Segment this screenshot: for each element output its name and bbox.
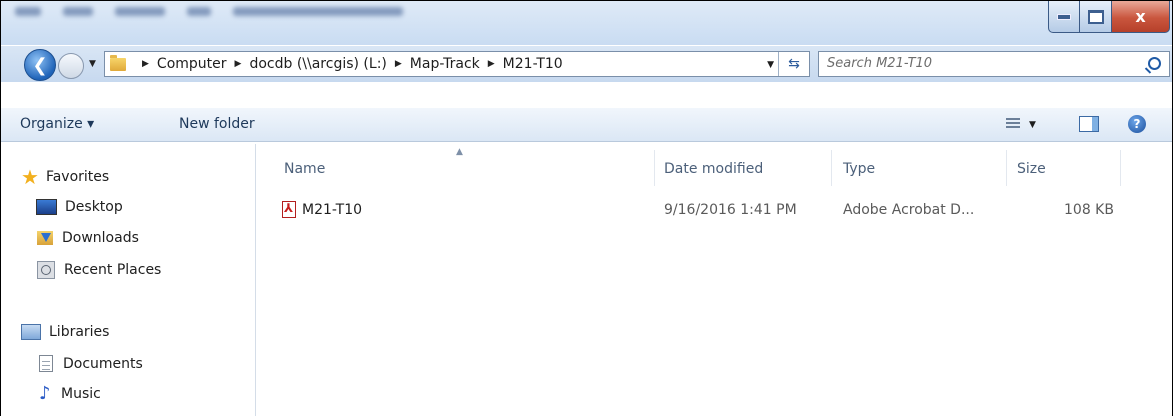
libraries-icon <box>21 324 41 340</box>
file-size: 108 KB <box>1064 202 1114 218</box>
recent-places-icon <box>37 261 55 279</box>
chevron-right-icon[interactable]: ▶ <box>142 59 149 69</box>
column-header-date-modified[interactable]: Date modified <box>664 161 763 177</box>
views-dropdown-icon[interactable]: ▼ <box>1029 120 1036 130</box>
column-divider[interactable] <box>1006 150 1007 186</box>
breadcrumb: ▶ Computer ▶ docdb (\\arcgis) (L:) ▶ Map… <box>134 56 563 72</box>
nav-music-label: Music <box>61 386 101 402</box>
command-bar: Organize ▾ New folder ▼ ? <box>1 108 1172 142</box>
navigation-pane: ★ Favorites Desktop Downloads Recent Pla… <box>1 144 256 416</box>
chevron-right-icon[interactable]: ▶ <box>235 59 242 69</box>
column-divider[interactable] <box>831 150 832 186</box>
file-type: Adobe Acrobat D... <box>843 202 975 218</box>
nav-desktop[interactable]: Desktop <box>36 199 123 215</box>
music-icon: ♪ <box>39 383 51 404</box>
new-folder-button[interactable]: New folder <box>179 116 255 132</box>
documents-icon <box>39 355 53 372</box>
nav-documents[interactable]: Documents <box>39 355 143 372</box>
address-dropdown-icon[interactable]: ▼ <box>767 60 774 70</box>
column-divider[interactable] <box>1120 150 1121 186</box>
window-controls: x <box>1048 1 1170 33</box>
nav-music[interactable]: ♪ Music <box>39 385 101 403</box>
forward-button[interactable] <box>58 53 84 79</box>
views-icon[interactable] <box>1006 118 1020 130</box>
crumb-drive[interactable]: docdb (\\arcgis) (L:) <box>249 56 386 72</box>
search-input[interactable] <box>825 55 1129 72</box>
nav-libraries-label: Libraries <box>49 324 110 340</box>
column-header-size[interactable]: Size <box>1017 161 1046 177</box>
file-name[interactable]: M21-T10 <box>302 202 362 218</box>
downloads-icon <box>37 231 53 245</box>
column-header-name[interactable]: Name <box>284 161 325 177</box>
crumb-current-folder[interactable]: M21-T10 <box>503 56 563 72</box>
crumb-computer[interactable]: Computer <box>157 56 227 72</box>
refresh-button[interactable]: ⇆ <box>778 52 809 76</box>
title-bar: x <box>1 1 1172 45</box>
close-button[interactable]: x <box>1112 1 1170 33</box>
minimize-button[interactable] <box>1048 1 1080 33</box>
nav-recent-places[interactable]: Recent Places <box>37 261 161 279</box>
folder-icon <box>110 54 126 71</box>
file-list: ▲ Name Date modified Type Size M21-T10 9… <box>256 144 1172 416</box>
back-button[interactable]: ❮ <box>24 49 56 81</box>
column-divider[interactable] <box>654 150 655 186</box>
nav-downloads-label: Downloads <box>62 230 139 246</box>
file-date-modified: 9/16/2016 1:41 PM <box>664 202 797 218</box>
pdf-icon <box>282 201 296 218</box>
column-header-type[interactable]: Type <box>843 161 875 177</box>
maximize-icon <box>1087 9 1104 24</box>
history-dropdown-icon[interactable]: ▼ <box>89 59 96 69</box>
nav-favorites[interactable]: ★ Favorites <box>21 167 109 187</box>
address-row: ❮ ▼ ▶ Computer ▶ docdb (\\arcgis) (L:) ▶… <box>1 46 1172 82</box>
nav-downloads[interactable]: Downloads <box>37 230 139 246</box>
sort-ascending-icon: ▲ <box>456 147 463 157</box>
nav-libraries[interactable]: Libraries <box>21 324 109 340</box>
nav-favorites-label: Favorites <box>45 169 110 185</box>
search-icon[interactable] <box>1148 57 1161 70</box>
nav-desktop-label: Desktop <box>65 199 123 215</box>
organize-button[interactable]: Organize ▾ <box>20 116 94 132</box>
close-icon: x <box>1135 7 1146 26</box>
help-icon[interactable]: ? <box>1128 115 1146 133</box>
blurred-menu <box>15 7 403 16</box>
crumb-map-track[interactable]: Map-Track <box>410 56 480 72</box>
star-icon: ★ <box>21 165 39 189</box>
minimize-icon <box>1057 13 1071 20</box>
refresh-icon: ⇆ <box>788 56 800 72</box>
chevron-right-icon[interactable]: ▶ <box>395 59 402 69</box>
nav-recent-places-label: Recent Places <box>64 262 162 278</box>
address-bar[interactable]: ▶ Computer ▶ docdb (\\arcgis) (L:) ▶ Map… <box>104 51 810 77</box>
back-arrow-icon: ❮ <box>32 54 48 76</box>
chevron-right-icon[interactable]: ▶ <box>488 59 495 69</box>
search-box[interactable] <box>818 51 1170 77</box>
file-row[interactable]: M21-T10 9/16/2016 1:41 PM Adobe Acrobat … <box>256 198 1172 222</box>
preview-pane-icon[interactable] <box>1079 116 1099 132</box>
maximize-button[interactable] <box>1080 1 1112 33</box>
nav-documents-label: Documents <box>63 355 143 372</box>
desktop-icon <box>36 199 57 215</box>
